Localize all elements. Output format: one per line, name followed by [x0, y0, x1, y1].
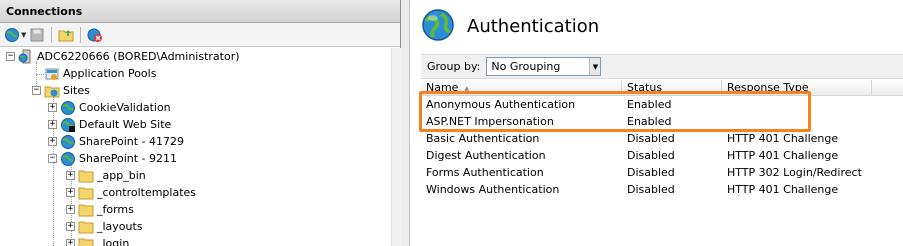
disconnect-icon[interactable] — [86, 26, 104, 44]
folder-icon — [78, 202, 94, 218]
folder-icon — [78, 168, 94, 184]
globe-stopped-icon — [60, 117, 76, 133]
group-by-label: Group by: — [427, 60, 481, 73]
server-icon — [18, 49, 34, 65]
tree-node-label: SharePoint - 41729 — [79, 135, 185, 148]
connections-title: Connections — [0, 0, 400, 23]
tree-node-label: SharePoint - 9211 — [79, 152, 178, 165]
cell-status: Disabled — [627, 166, 675, 179]
tree-node-site[interactable]: + CookieValidation — [48, 99, 171, 116]
expand-icon[interactable]: + — [66, 239, 75, 246]
tree-node-label: ADC6220666 (BORED\Administrator) — [37, 50, 240, 63]
page-title: Authentication — [467, 15, 600, 37]
authentication-globe-icon — [421, 8, 455, 45]
expand-icon[interactable]: + — [66, 171, 75, 180]
tree-node-label: Application Pools — [63, 67, 157, 80]
tree-node-label: _forms — [97, 203, 134, 216]
column-header-status[interactable]: Status — [622, 80, 722, 96]
feature-header: Authentication — [411, 0, 903, 52]
tree-node-label: _layouts — [97, 220, 143, 233]
collapse-icon[interactable]: − — [48, 154, 57, 163]
expand-icon[interactable]: + — [48, 120, 57, 129]
cell-status: Disabled — [627, 149, 675, 162]
cell-response-type: HTTP 401 Challenge — [727, 183, 839, 196]
cell-name: Anonymous Authentication — [426, 98, 576, 111]
toolbar-separator — [51, 26, 53, 43]
tree-node-folder[interactable]: + _app_bin — [66, 167, 146, 184]
tree-node-label: Sites — [63, 84, 90, 97]
app-pool-icon — [44, 66, 60, 82]
folder-icon — [78, 219, 94, 235]
tree-line — [36, 74, 44, 75]
table-header: Name ▲ Status Response Type — [421, 80, 903, 96]
collapse-icon[interactable]: − — [6, 52, 15, 61]
tree-node-label: Default Web Site — [79, 118, 172, 131]
cell-name: Windows Authentication — [426, 183, 560, 196]
chevron-down-icon[interactable]: ▼ — [589, 58, 601, 75]
table-row[interactable]: ASP.NET Impersonation Enabled — [421, 113, 903, 130]
column-header-name[interactable]: Name ▲ — [421, 80, 622, 96]
globe-icon — [60, 100, 76, 116]
tree-node-sites[interactable]: − Sites — [32, 82, 90, 99]
expand-icon[interactable]: + — [66, 188, 75, 197]
pane-splitter[interactable] — [401, 0, 410, 246]
cell-status: Enabled — [627, 98, 672, 111]
tree-node-site[interactable]: + SharePoint - 41729 — [48, 133, 184, 150]
cell-response-type: HTTP 302 Login/Redirect — [727, 166, 862, 179]
tree-node-label: _controltemplates — [97, 186, 197, 199]
tree-node-application-pools[interactable]: Application Pools — [44, 65, 156, 82]
globe-icon — [60, 134, 76, 150]
cell-name: Forms Authentication — [426, 166, 544, 179]
table-row[interactable]: Anonymous Authentication Enabled — [421, 96, 903, 113]
up-folder-icon[interactable] — [57, 26, 75, 44]
sites-folder-icon — [44, 83, 60, 99]
table-row[interactable]: Basic Authentication Disabled HTTP 401 C… — [421, 130, 903, 147]
toolbar-separator — [80, 26, 82, 43]
cell-response-type: HTTP 401 Challenge — [727, 149, 839, 162]
table-row[interactable]: Digest Authentication Disabled HTTP 401 … — [421, 147, 903, 164]
cell-name: Basic Authentication — [426, 132, 540, 145]
tree-node-site[interactable]: + Default Web Site — [48, 116, 171, 133]
connect-dropdown-icon[interactable]: ▼ — [21, 31, 26, 39]
cell-name: Digest Authentication — [426, 149, 546, 162]
column-header-response-type[interactable]: Response Type — [722, 80, 872, 96]
save-icon[interactable] — [28, 26, 46, 44]
authentication-table: Name ▲ Status Response Type Anonymous Aut… — [421, 80, 903, 246]
sort-ascending-icon: ▲ — [464, 84, 470, 92]
table-row[interactable]: Forms Authentication Disabled HTTP 302 L… — [421, 164, 903, 181]
tree-node-folder[interactable]: + _layouts — [66, 218, 143, 235]
group-by-select[interactable]: No Grouping ▼ — [486, 57, 602, 76]
globe-icon — [60, 151, 76, 167]
tree-node-folder[interactable]: + _login — [66, 235, 129, 246]
expand-icon[interactable]: + — [48, 103, 57, 112]
tree-node-folder[interactable]: + _forms — [66, 201, 134, 218]
table-row[interactable]: Windows Authentication Disabled HTTP 401… — [421, 181, 903, 198]
connections-pane: Connections ▼ − ADC6220666 (BORED\Admini… — [0, 0, 401, 246]
folder-icon — [78, 185, 94, 201]
connect-globe-icon[interactable] — [3, 26, 21, 44]
tree-node-label: _login — [97, 237, 130, 246]
cell-status: Enabled — [627, 115, 672, 128]
folder-icon — [78, 236, 94, 246]
cell-name: ASP.NET Impersonation — [426, 115, 554, 128]
column-header-filler — [872, 80, 903, 96]
tree-node-label: CookieValidation — [79, 101, 171, 114]
cell-status: Disabled — [627, 132, 675, 145]
collapse-icon[interactable]: − — [32, 86, 41, 95]
group-by-value: No Grouping — [491, 60, 561, 73]
tree-scrollbar[interactable] — [391, 48, 401, 246]
expand-icon[interactable]: + — [66, 205, 75, 214]
group-by-bar: Group by: No Grouping ▼ — [421, 54, 903, 79]
cell-response-type: HTTP 401 Challenge — [727, 132, 839, 145]
connections-tree: − ADC6220666 (BORED\Administrator) Appli… — [0, 48, 400, 246]
tree-node-server[interactable]: − ADC6220666 (BORED\Administrator) — [6, 48, 240, 65]
expand-icon[interactable]: + — [48, 137, 57, 146]
cell-status: Disabled — [627, 183, 675, 196]
tree-node-site[interactable]: − SharePoint - 9211 — [48, 150, 177, 167]
tree-node-folder[interactable]: + _controltemplates — [66, 184, 196, 201]
expand-icon[interactable]: + — [66, 222, 75, 231]
tree-node-label: _app_bin — [97, 169, 146, 182]
connections-toolbar: ▼ — [0, 23, 400, 47]
feature-pane: Authentication Group by: No Grouping ▼ N… — [411, 0, 903, 246]
